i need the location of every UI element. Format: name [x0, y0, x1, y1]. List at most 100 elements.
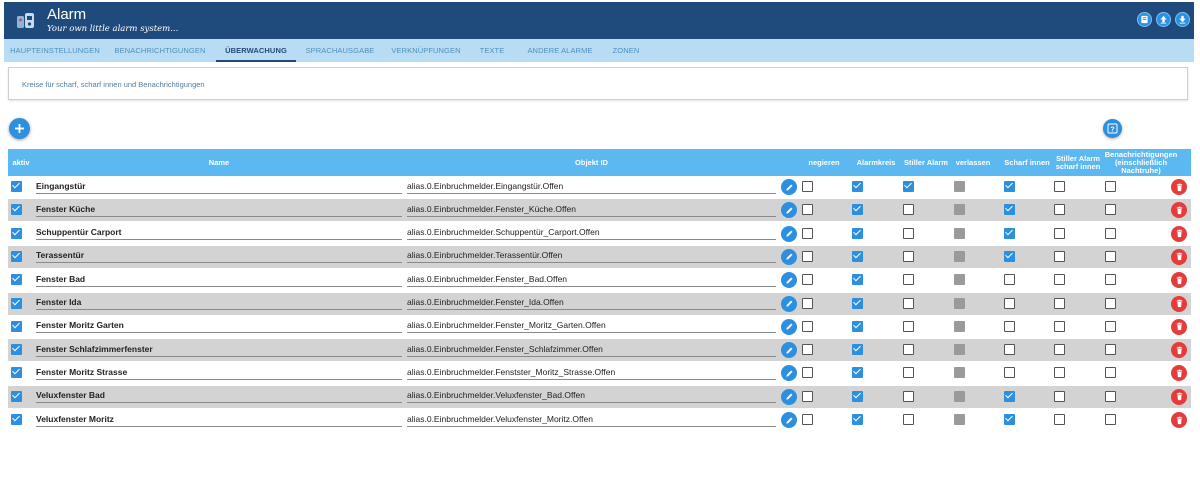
scharf-innen-checkbox[interactable] [1004, 274, 1015, 286]
object-id-input[interactable]: alias.0.Einbruchmelder.Veluxfenster_Bad.… [407, 390, 776, 404]
aktiv-checkbox[interactable] [11, 320, 22, 332]
negieren-checkbox[interactable] [802, 414, 813, 425]
stiller-alarm-checkbox[interactable] [903, 204, 914, 216]
benachrichtigungen-checkbox[interactable] [1105, 250, 1116, 262]
name-input[interactable]: Fenster Bad [36, 274, 402, 287]
benachrichtigungen-checkbox[interactable] [1105, 227, 1116, 239]
aktiv-checkbox[interactable] [11, 227, 22, 239]
edit-object-button[interactable] [781, 318, 797, 335]
aktiv-checkbox[interactable] [11, 414, 22, 425]
edit-object-button[interactable] [781, 388, 797, 405]
alarmkreis-checkbox[interactable] [852, 320, 863, 332]
scharf-innen-checkbox[interactable] [1004, 367, 1015, 379]
name-input[interactable]: Fenster Küche [36, 204, 402, 217]
negieren-checkbox[interactable] [802, 274, 813, 286]
scharf-innen-checkbox[interactable] [1004, 320, 1015, 332]
edit-object-button[interactable] [781, 412, 797, 428]
stiller-alarm-scharf-innen-checkbox[interactable] [1054, 367, 1065, 379]
name-input[interactable]: Fenster Schlafzimmerfenster [36, 344, 402, 357]
help-button[interactable]: ? [1103, 119, 1122, 138]
stiller-alarm-checkbox[interactable] [903, 227, 914, 239]
delete-row-button[interactable] [1171, 388, 1187, 405]
delete-row-button[interactable] [1171, 318, 1187, 335]
name-input[interactable]: Eingangstür [36, 181, 402, 194]
delete-row-button[interactable] [1171, 365, 1187, 382]
edit-object-button[interactable] [781, 248, 797, 265]
benachrichtigungen-checkbox[interactable] [1105, 320, 1116, 332]
aktiv-checkbox[interactable] [11, 204, 22, 216]
negieren-checkbox[interactable] [802, 227, 813, 239]
scharf-innen-checkbox[interactable] [1004, 181, 1015, 192]
stiller-alarm-checkbox[interactable] [903, 181, 914, 192]
stiller-alarm-scharf-innen-checkbox[interactable] [1054, 344, 1065, 356]
alarmkreis-checkbox[interactable] [852, 250, 863, 262]
delete-row-button[interactable] [1171, 295, 1187, 312]
negieren-checkbox[interactable] [802, 204, 813, 216]
alarmkreis-checkbox[interactable] [852, 414, 863, 425]
tab-sprachausgabe[interactable]: Sprachausgabe [300, 39, 380, 62]
object-id-input[interactable]: alias.0.Einbruchmelder.Fenster_Ida.Offen [407, 297, 776, 310]
stiller-alarm-scharf-innen-checkbox[interactable] [1054, 320, 1065, 332]
object-id-input[interactable]: alias.0.Einbruchmelder.Veluxfenster_Mori… [407, 414, 776, 427]
stiller-alarm-scharf-innen-checkbox[interactable] [1054, 204, 1065, 216]
stiller-alarm-scharf-innen-checkbox[interactable] [1054, 227, 1065, 239]
object-id-input[interactable]: alias.0.Einbruchmelder.Terassentür.Offen [407, 250, 776, 264]
benachrichtigungen-checkbox[interactable] [1105, 367, 1116, 379]
delete-row-button[interactable] [1171, 272, 1187, 289]
benachrichtigungen-checkbox[interactable] [1105, 297, 1116, 309]
add-circuit-button[interactable] [9, 118, 30, 139]
object-id-input[interactable]: alias.0.Einbruchmelder.Schuppentür_Carpo… [407, 227, 776, 241]
benachrichtigungen-checkbox[interactable] [1105, 204, 1116, 216]
delete-row-button[interactable] [1171, 202, 1187, 219]
stiller-alarm-checkbox[interactable] [903, 367, 914, 379]
benachrichtigungen-checkbox[interactable] [1105, 181, 1116, 192]
negieren-checkbox[interactable] [802, 367, 813, 379]
negieren-checkbox[interactable] [802, 250, 813, 262]
delete-row-button[interactable] [1171, 179, 1187, 195]
benachrichtigungen-checkbox[interactable] [1105, 390, 1116, 402]
negieren-checkbox[interactable] [802, 390, 813, 402]
stiller-alarm-checkbox[interactable] [903, 390, 914, 402]
stiller-alarm-scharf-innen-checkbox[interactable] [1054, 181, 1065, 192]
edit-object-button[interactable] [781, 295, 797, 312]
benachrichtigungen-checkbox[interactable] [1105, 414, 1116, 425]
aktiv-checkbox[interactable] [11, 250, 22, 262]
object-id-input[interactable]: alias.0.Einbruchmelder.Fenster_Schlafzim… [407, 344, 776, 357]
object-id-input[interactable]: alias.0.Einbruchmelder.Fenster_Moritz_Ga… [407, 320, 776, 334]
delete-row-button[interactable] [1171, 342, 1187, 359]
object-id-input[interactable]: alias.0.Einbruchmelder.Fenstster_Moritz_… [407, 367, 776, 380]
tab-zonen[interactable]: Zonen [606, 39, 646, 62]
name-input[interactable]: Schuppentür Carport [36, 227, 402, 241]
alarmkreis-checkbox[interactable] [852, 390, 863, 402]
name-input[interactable]: Fenster Moritz Strasse [36, 367, 402, 380]
download-icon[interactable] [1175, 12, 1190, 27]
delete-row-button[interactable] [1171, 248, 1187, 265]
stiller-alarm-scharf-innen-checkbox[interactable] [1054, 250, 1065, 262]
stiller-alarm-checkbox[interactable] [903, 320, 914, 332]
scharf-innen-checkbox[interactable] [1004, 227, 1015, 239]
alarmkreis-checkbox[interactable] [852, 274, 863, 286]
edit-object-button[interactable] [781, 202, 797, 219]
stiller-alarm-checkbox[interactable] [903, 297, 914, 309]
edit-object-button[interactable] [781, 225, 797, 242]
scharf-innen-checkbox[interactable] [1004, 390, 1015, 402]
scharf-innen-checkbox[interactable] [1004, 297, 1015, 309]
aktiv-checkbox[interactable] [11, 297, 22, 309]
stiller-alarm-checkbox[interactable] [903, 414, 914, 425]
stiller-alarm-scharf-innen-checkbox[interactable] [1054, 414, 1065, 425]
delete-row-button[interactable] [1171, 412, 1187, 428]
book-icon[interactable] [1137, 12, 1152, 27]
stiller-alarm-scharf-innen-checkbox[interactable] [1054, 274, 1065, 286]
aktiv-checkbox[interactable] [11, 181, 22, 192]
negieren-checkbox[interactable] [802, 181, 813, 192]
stiller-alarm-scharf-innen-checkbox[interactable] [1054, 390, 1065, 402]
object-id-input[interactable]: alias.0.Einbruchmelder.Eingangstür.Offen [407, 181, 776, 194]
tab-haupteinstellungen[interactable]: Haupteinstellungen [4, 39, 106, 62]
alarmkreis-checkbox[interactable] [852, 344, 863, 356]
alarmkreis-checkbox[interactable] [852, 227, 863, 239]
name-input[interactable]: Veluxfenster Bad [36, 390, 402, 404]
upload-icon[interactable] [1156, 12, 1171, 27]
negieren-checkbox[interactable] [802, 320, 813, 332]
alarmkreis-checkbox[interactable] [852, 367, 863, 379]
tab-andere-alarme[interactable]: Andere Alarme [520, 39, 600, 62]
